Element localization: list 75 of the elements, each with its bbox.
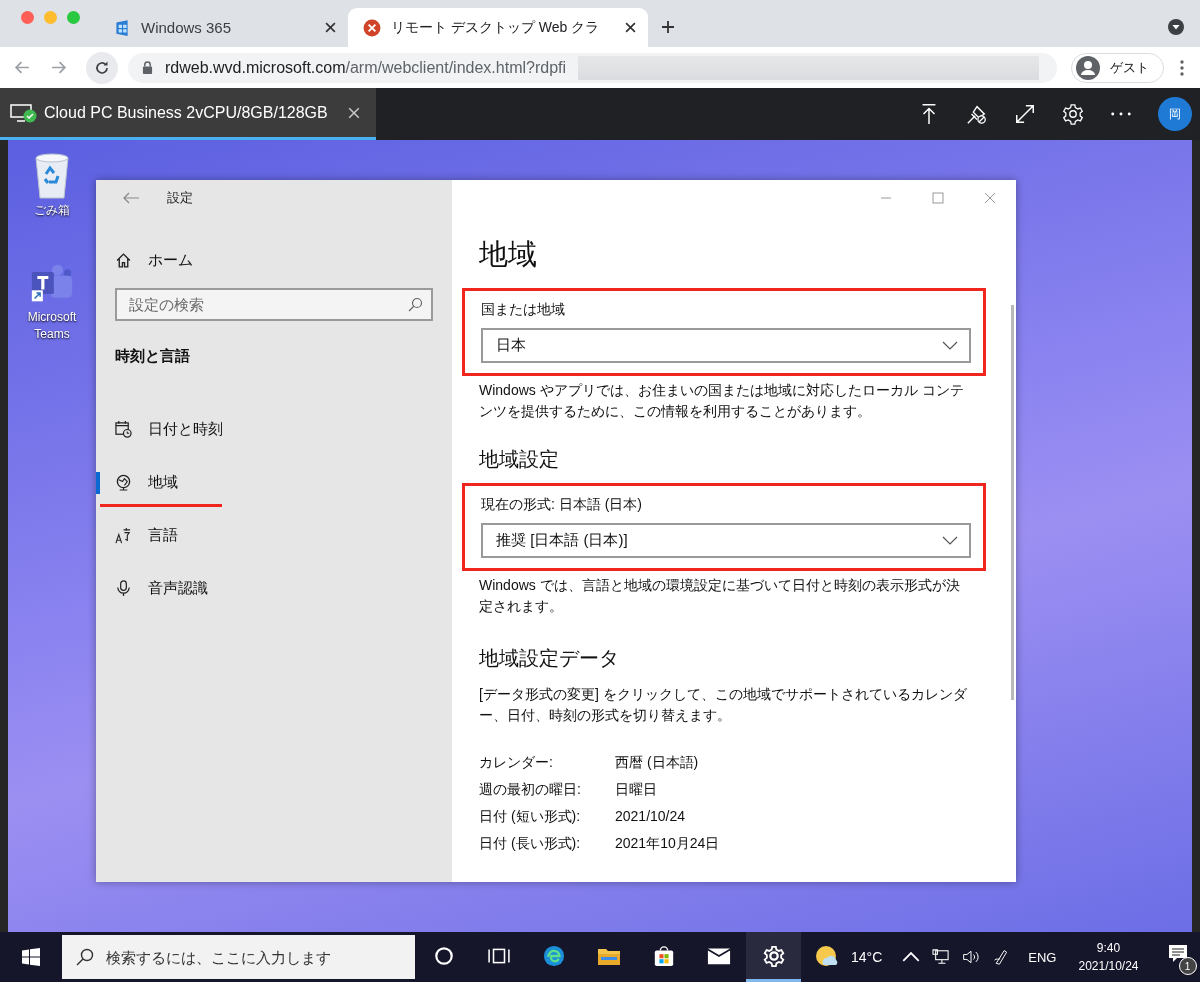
pc-connected-icon <box>10 102 38 123</box>
network-icon[interactable] <box>932 949 951 965</box>
desktop-icon-label: ごみ箱 <box>33 202 71 219</box>
address-field[interactable]: rdweb.wvd.microsoft.com/arm/webclient/index.html?rdpfi <box>128 52 1057 83</box>
data-value: 日曜日 <box>615 780 658 799</box>
format-dropdown[interactable]: 推奨 [日本語 (日本)] <box>481 523 971 558</box>
notification-count-badge: 1 <box>1178 957 1197 975</box>
nav-item[interactable]: 地域 <box>115 456 433 509</box>
taskbar-app-button[interactable] <box>746 932 801 982</box>
back-icon[interactable] <box>123 192 139 204</box>
window-title: 設定 <box>167 189 193 207</box>
data-value: 2021/10/24 <box>615 807 687 826</box>
clock-button[interactable]: 9:40 2021/10/24 <box>1078 939 1139 975</box>
field-label: 国または地域 <box>481 301 566 319</box>
close-tab-icon[interactable] <box>625 22 636 33</box>
desktop-icon-label: Microsoft Teams <box>26 309 78 343</box>
gear-icon <box>761 944 786 967</box>
description-text: Windows では、言語と地域の環境設定に基づいて日付と時刻の表示形式が決定されます。 <box>479 576 961 616</box>
language-icon <box>115 527 132 544</box>
home-nav-item[interactable]: ホーム <box>115 233 433 288</box>
fullscreen-icon[interactable] <box>1014 103 1036 125</box>
nav-item[interactable]: 言語 <box>115 509 433 562</box>
globe-icon <box>115 474 132 491</box>
more-options-icon[interactable] <box>1110 111 1132 117</box>
tab-search-icon[interactable] <box>1168 19 1184 35</box>
person-icon <box>1076 55 1100 80</box>
reload-button[interactable] <box>86 51 118 84</box>
search-icon <box>407 297 423 313</box>
close-session-icon[interactable] <box>348 106 360 119</box>
forward-icon[interactable] <box>50 59 67 76</box>
data-value: 2021年10月24日 <box>615 834 721 853</box>
remote-desktop-icon <box>363 18 381 37</box>
data-value: 西暦 (日本語) <box>615 753 700 772</box>
home-icon <box>115 252 132 269</box>
section-heading: 地域設定データ <box>479 646 620 671</box>
input-language-indicator[interactable]: ENG <box>1028 949 1057 965</box>
browser-icon <box>541 944 566 967</box>
field-label: 現在の形式: 日本語 (日本) <box>481 496 643 514</box>
browser-tab[interactable]: Windows 365 <box>98 8 348 47</box>
section-heading: 地域設定 <box>479 447 560 472</box>
reload-icon <box>94 59 110 76</box>
calendar-clock-icon <box>115 421 132 438</box>
chevron-down-icon <box>942 340 958 351</box>
temperature-text[interactable]: 14°C <box>851 949 883 965</box>
start-button[interactable] <box>22 948 40 966</box>
data-label: 日付 (長い形式): <box>479 834 582 853</box>
close-icon[interactable] <box>984 192 996 204</box>
scrollbar[interactable] <box>1011 305 1014 700</box>
back-icon[interactable] <box>14 59 31 76</box>
microphone-icon <box>115 580 132 597</box>
windows-logo-icon <box>113 18 131 37</box>
data-label: 日付 (短い形式): <box>479 807 582 826</box>
settings-search-field[interactable]: 設定の検索 <box>115 288 433 321</box>
page-heading: 地域 <box>479 237 538 272</box>
lock-icon <box>142 61 153 74</box>
browser-tab[interactable]: リモート デスクトップ Web クラ <box>348 8 648 47</box>
description-text: Windows やアプリでは、お住まいの国または地域に対応したローカル コンテンツを提供するために、この情報を利用することがあります。 <box>479 381 965 421</box>
session-tab[interactable]: Cloud PC Business 2vCPU/8GB/128GB <box>0 88 376 140</box>
section-heading: 時刻と言語 <box>115 345 191 366</box>
more-options-icon[interactable] <box>1180 59 1184 76</box>
data-label: カレンダー: <box>479 753 554 772</box>
settings-icon[interactable] <box>1062 103 1084 125</box>
country-dropdown[interactable]: 日本 <box>481 328 971 363</box>
unpin-icon[interactable] <box>966 103 988 125</box>
taskbar-search-field[interactable]: 検索するには、ここに入力します <box>62 935 415 979</box>
speaker-icon[interactable] <box>962 949 981 965</box>
new-tab-icon[interactable] <box>661 20 675 34</box>
close-tab-icon[interactable] <box>325 22 336 33</box>
nav-item[interactable]: 日付と時刻 <box>115 403 433 456</box>
weather-icon[interactable] <box>815 945 839 969</box>
nav-item[interactable]: 音声認識 <box>115 562 433 615</box>
user-avatar[interactable]: 岡 <box>1158 97 1192 131</box>
data-label: 週の最初の曜日: <box>479 780 582 799</box>
chevron-down-icon <box>942 535 958 546</box>
description-text: [データ形式の変更] をクリックして、この地域でサポートされているカレンダー、日付、時刻の形式を切り替えます。 <box>479 685 968 725</box>
